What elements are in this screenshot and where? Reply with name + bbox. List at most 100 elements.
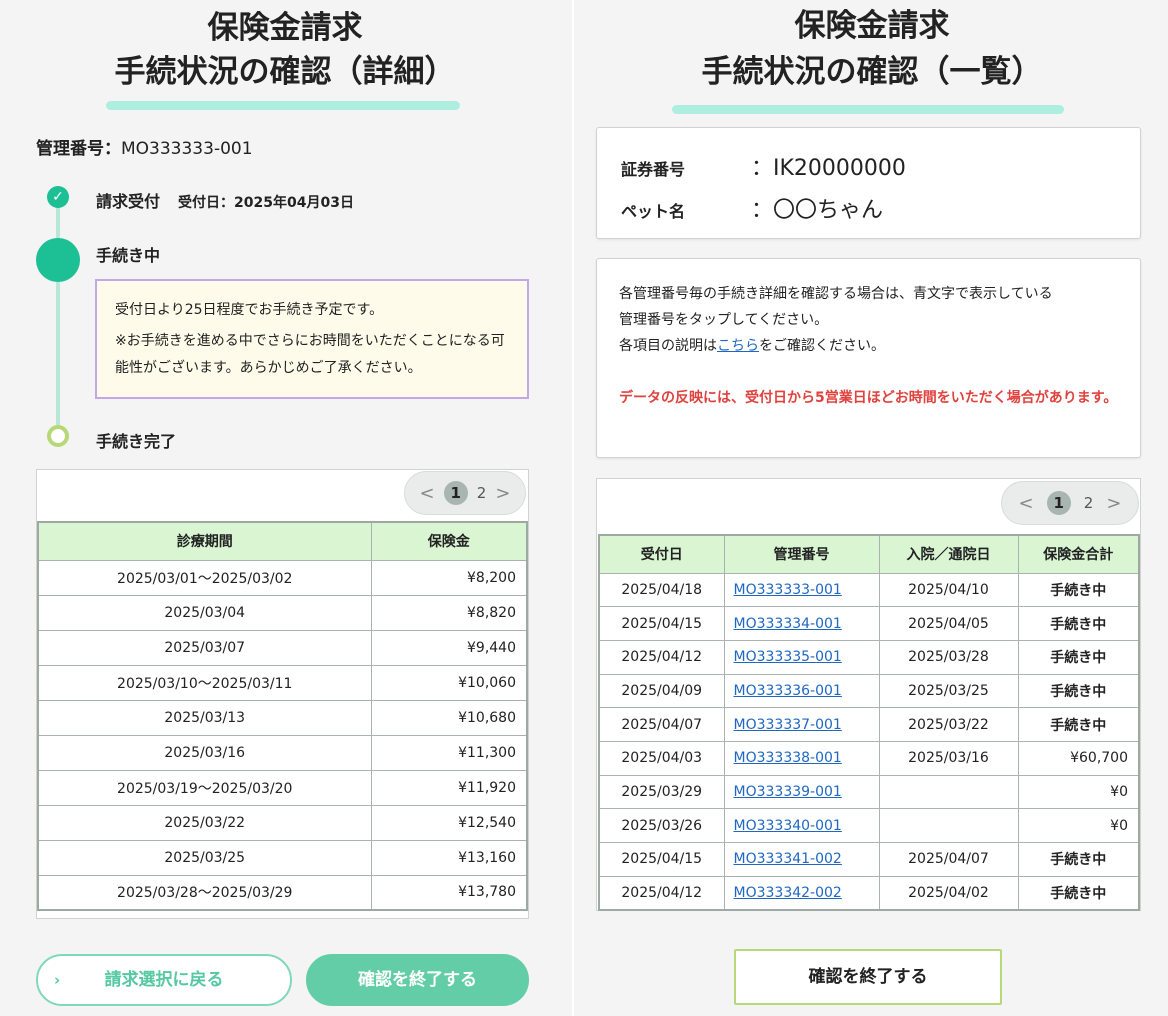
instructions-line: 管理番号をタップしてください。 xyxy=(619,312,829,328)
instructions-card: 各管理番号毎の手続き詳細を確認する場合は、青文字で表示している 管理番号をタップ… xyxy=(596,258,1141,458)
page-title-line1: 保険金請求 xyxy=(794,8,950,44)
mgmt-number-link[interactable]: MO333334-001 xyxy=(723,606,880,641)
mgmt-number-link[interactable]: MO333333-001 xyxy=(723,572,880,608)
visit-date-cell xyxy=(878,808,1019,843)
prev-page-button[interactable]: < xyxy=(1019,493,1034,514)
pet-name-row: ペット名 ：〇〇ちゃん xyxy=(621,192,883,224)
current-step-dot xyxy=(36,238,80,282)
total-cell: 手続き中 xyxy=(1017,606,1140,641)
visit-date-cell: 2025/03/16 xyxy=(878,740,1019,776)
help-prefix: 各項目の説明は xyxy=(619,338,717,354)
policy-number-label: 証券番号 xyxy=(621,160,686,179)
back-to-claims-button[interactable]: › 請求選択に戻る xyxy=(36,954,292,1006)
claims-list-table: 受付日 管理番号 入院／通院日 保険金合計 2025/04/18 MO333333… xyxy=(598,534,1140,911)
prev-page-button[interactable]: < xyxy=(420,483,435,504)
received-date-cell: 2025/03/26 xyxy=(598,808,725,843)
table-row: 2025/04/03 MO333338-001 2025/03/16 ¥60,700 xyxy=(598,740,1140,776)
table-row: 2025/03/26 MO333340-001 ¥0 xyxy=(598,808,1140,843)
page-title-line2: 手続状況の確認（詳細） xyxy=(114,54,456,90)
total-cell: 手続き中 xyxy=(1017,707,1140,742)
status-notice: 受付日より25日程度でお手続き予定です。 ※お手続きを進める中でさらにお時間をい… xyxy=(95,279,529,399)
title-underline xyxy=(672,105,1064,114)
page-1-button[interactable]: 1 xyxy=(443,481,468,505)
total-cell: 手続き中 xyxy=(1017,639,1140,675)
mgmt-number-link[interactable]: MO333341-002 xyxy=(723,842,880,877)
visit-date-cell: 2025/03/25 xyxy=(878,673,1019,709)
mgmt-number-link[interactable]: MO333335-001 xyxy=(723,639,880,675)
treatment-period-cell: 2025/03/28～2025/03/29 xyxy=(37,874,372,911)
step-in-progress: 手続き中 xyxy=(96,246,161,265)
received-date-cell: 2025/04/12 xyxy=(598,875,725,911)
policy-number-row: 証券番号 ：IK20000000 xyxy=(621,150,906,182)
column-header-mgmt-number: 管理番号 xyxy=(723,534,880,574)
table-row: 2025/03/28～2025/03/29 ¥13,780 xyxy=(37,874,528,911)
table-row: 2025/03/16 ¥11,300 xyxy=(37,734,528,771)
timeline-line xyxy=(56,196,60,436)
total-cell: 手続き中 xyxy=(1017,673,1140,709)
received-date-cell: 2025/04/12 xyxy=(598,639,725,675)
treatment-period-cell: 2025/03/01～2025/03/02 xyxy=(37,559,372,596)
page-1-button[interactable]: 1 xyxy=(1046,491,1071,515)
visit-date-cell xyxy=(878,774,1019,810)
total-cell: 手続き中 xyxy=(1017,875,1140,911)
table-row: 2025/04/07 MO333337-001 2025/03/22 手続き中 xyxy=(598,707,1140,742)
amount-cell: ¥11,300 xyxy=(370,734,528,771)
received-date-cell: 2025/04/18 xyxy=(598,572,725,608)
table-row: 2025/04/15 MO333334-001 2025/04/05 手続き中 xyxy=(598,606,1140,641)
mgmt-number-link[interactable]: MO333338-001 xyxy=(723,740,880,776)
treatment-period-cell: 2025/03/25 xyxy=(37,839,372,876)
mgmt-number-link[interactable]: MO333339-001 xyxy=(723,774,880,810)
total-cell: ¥0 xyxy=(1017,808,1140,843)
total-cell: 手続き中 xyxy=(1017,842,1140,877)
amount-cell: ¥12,540 xyxy=(370,804,528,841)
instructions-line: 各項目の説明はこちらをご確認ください。 xyxy=(619,333,1119,359)
next-page-button[interactable]: > xyxy=(495,483,510,504)
column-header-received: 受付日 xyxy=(598,534,725,574)
total-cell: ¥0 xyxy=(1017,774,1140,810)
visit-date-cell: 2025/04/05 xyxy=(878,606,1019,641)
title-underline xyxy=(106,101,460,110)
finish-button[interactable]: 確認を終了する xyxy=(734,949,1002,1005)
table-row: 2025/04/15 MO333341-002 2025/04/07 手続き中 xyxy=(598,842,1140,877)
step-label: 請求受付 xyxy=(96,192,161,211)
amount-cell: ¥8,820 xyxy=(370,594,528,631)
help-link[interactable]: こちら xyxy=(717,338,759,354)
visit-date-cell: 2025/03/28 xyxy=(878,639,1019,675)
management-number-value: MO333333-001 xyxy=(121,139,253,159)
back-button-label: 請求選択に戻る xyxy=(104,970,224,990)
mgmt-number-link[interactable]: MO333342-002 xyxy=(723,875,880,911)
page-2-button[interactable]: 2 xyxy=(477,484,487,502)
mgmt-number-link[interactable]: MO333336-001 xyxy=(723,673,880,709)
detail-panel: 保険金請求 手続状況の確認（詳細） 管理番号：MO333333-001 ✓ 請求… xyxy=(0,0,570,1016)
check-icon: ✓ xyxy=(47,186,69,208)
table-row: 2025/04/09 MO333336-001 2025/03/25 手続き中 xyxy=(598,673,1140,709)
table-row: 2025/03/22 ¥12,540 xyxy=(37,804,528,841)
next-page-button[interactable]: > xyxy=(1106,493,1121,514)
amount-cell: ¥8,200 xyxy=(370,559,528,596)
table-row: 2025/03/29 MO333339-001 ¥0 xyxy=(598,774,1140,810)
received-date-cell: 2025/04/15 xyxy=(598,842,725,877)
pet-name-label: ペット名 xyxy=(621,202,686,221)
column-header-visit-date: 入院／通院日 xyxy=(878,534,1019,574)
amount-cell: ¥11,920 xyxy=(370,769,528,806)
visit-date-cell: 2025/03/22 xyxy=(878,707,1019,742)
table-row: 2025/03/13 ¥10,680 xyxy=(37,699,528,736)
policy-card: 証券番号 ：IK20000000 ペット名 ：〇〇ちゃん xyxy=(596,127,1141,239)
treatment-period-cell: 2025/03/07 xyxy=(37,629,372,666)
table-row: 2025/04/12 MO333335-001 2025/03/28 手続き中 xyxy=(598,639,1140,675)
table-row: 2025/03/01～2025/03/02 ¥8,200 xyxy=(37,559,528,596)
mgmt-number-link[interactable]: MO333340-001 xyxy=(723,808,880,843)
treatment-period-cell: 2025/03/10～2025/03/11 xyxy=(37,664,372,701)
amount-cell: ¥13,780 xyxy=(370,874,528,911)
panel-divider xyxy=(572,0,574,1016)
treatment-period-cell: 2025/03/04 xyxy=(37,594,372,631)
step-date: 受付日：2025年04月03日 xyxy=(178,195,354,211)
pet-name-value: ：〇〇ちゃん xyxy=(751,198,884,223)
management-number: 管理番号：MO333333-001 xyxy=(36,134,253,159)
page-2-button[interactable]: 2 xyxy=(1084,494,1094,512)
data-delay-warning: データの反映には、受付日から5営業日ほどお時間をいただく場合があります。 xyxy=(619,390,1118,406)
finish-button[interactable]: 確認を終了する xyxy=(306,954,529,1006)
visit-date-cell: 2025/04/07 xyxy=(878,842,1019,877)
policy-number-value: ：IK20000000 xyxy=(751,156,906,181)
mgmt-number-link[interactable]: MO333337-001 xyxy=(723,707,880,742)
